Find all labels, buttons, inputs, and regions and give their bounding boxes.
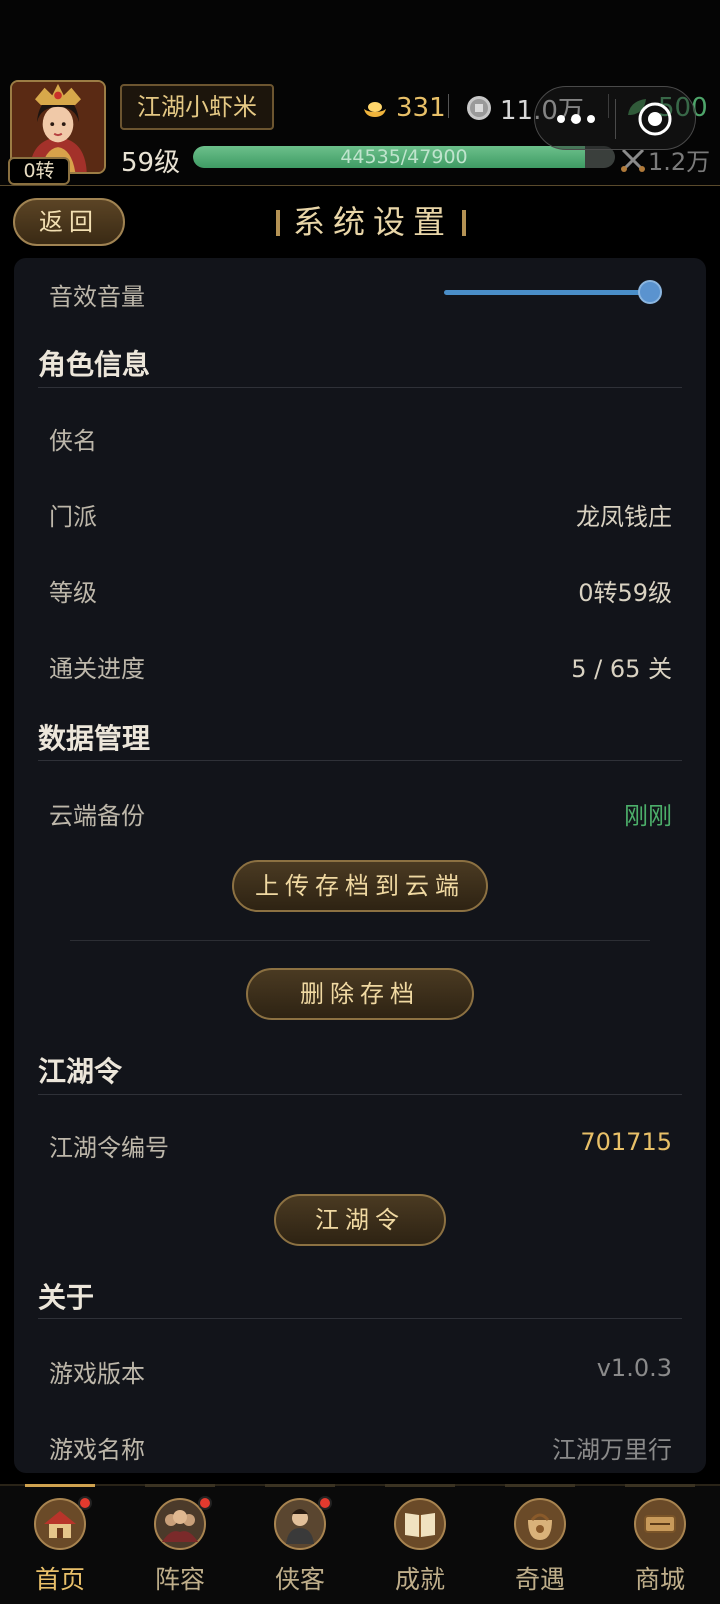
player-name[interactable]: 江湖小虾米: [120, 84, 274, 130]
nav-tab-encounters[interactable]: 奇遇: [480, 1484, 600, 1604]
rebirth-badge: 0转: [8, 157, 70, 185]
token-id-label: 江湖令编号: [49, 1134, 169, 1162]
gold-ingot-icon: [364, 102, 386, 117]
game-name-value: 江湖万里行: [552, 1436, 672, 1464]
section-divider: [38, 1094, 682, 1095]
title-ornament-right: [462, 210, 466, 236]
tab-indicator: [145, 1484, 215, 1487]
section-title-data: 数据管理: [38, 722, 151, 755]
game-name-label: 游戏名称: [49, 1436, 145, 1464]
tab-label: 奇遇: [514, 1565, 565, 1594]
crossed-swords-icon: [621, 148, 645, 172]
shop-icon: [634, 1498, 686, 1550]
more-icon[interactable]: [547, 103, 605, 135]
silver-coin-icon: [467, 96, 491, 120]
notification-badge: [78, 1496, 92, 1510]
nav-tab-shop[interactable]: 商城: [600, 1484, 720, 1604]
stage-progress-value: 5 / 65 关: [571, 655, 672, 683]
sect-value: 龙凤钱庄: [576, 503, 672, 531]
tab-label: 首页: [34, 1565, 85, 1594]
notification-badge: [318, 1496, 332, 1510]
stage-progress-label: 通关进度: [49, 655, 145, 683]
mini-program-capsule: [534, 86, 696, 150]
tab-indicator: [265, 1484, 335, 1487]
level-label: 等级: [49, 579, 97, 607]
tab-indicator: [25, 1484, 95, 1487]
level-value: 0转59级: [578, 579, 672, 607]
close-icon[interactable]: [635, 99, 675, 139]
section-title-about: 关于: [38, 1281, 95, 1314]
sound-volume-label: 音效音量: [49, 283, 145, 311]
tab-label: 成就: [394, 1565, 445, 1594]
page-title: 系统设置: [292, 203, 453, 241]
game-version-value: v1.0.3: [596, 1354, 672, 1382]
gold-amount: 331: [396, 93, 446, 123]
tab-label: 商城: [634, 1565, 685, 1594]
exp-progress-text: 44535/47900: [340, 146, 468, 168]
sound-volume-slider[interactable]: [444, 290, 652, 295]
capsule-divider: [615, 99, 616, 139]
nav-tab-team[interactable]: 阵容: [120, 1484, 240, 1604]
bottom-navigation: 首页 阵容 侠客 成就 奇遇 商城: [0, 1484, 720, 1604]
tab-indicator: [625, 1484, 695, 1487]
exp-progress-bar: 44535/47900: [193, 146, 615, 168]
player-level: 59级: [121, 148, 181, 178]
gold-currency[interactable]: 331: [362, 92, 446, 124]
data-divider: [70, 940, 650, 941]
cloud-backup-status: 刚刚: [624, 802, 672, 830]
section-title-character: 角色信息: [38, 348, 151, 381]
player-status-bar: 0转 江湖小虾米 59级 44535/47900 331 11.0万 500 1…: [0, 0, 720, 186]
section-divider: [38, 760, 682, 761]
section-title-token: 江湖令: [38, 1055, 123, 1088]
book-icon: [394, 1498, 446, 1550]
nav-tab-home[interactable]: 首页: [0, 1484, 120, 1604]
section-divider: [38, 1318, 682, 1319]
cloud-backup-label: 云端备份: [49, 802, 145, 830]
sound-volume-slider-handle[interactable]: [638, 280, 662, 304]
currency-divider: [448, 94, 449, 118]
tab-indicator: [505, 1484, 575, 1487]
sect-label: 门派: [49, 503, 97, 531]
hero-name-label: 侠名: [49, 427, 97, 455]
nav-tab-achievements[interactable]: 成就: [360, 1484, 480, 1604]
delete-save-button[interactable]: 删除存档: [246, 968, 474, 1020]
bag-icon: [514, 1498, 566, 1550]
game-version-label: 游戏版本: [49, 1360, 145, 1388]
section-divider: [38, 387, 682, 388]
token-id-value: 701715: [580, 1128, 672, 1156]
nav-tab-heroes[interactable]: 侠客: [240, 1484, 360, 1604]
token-button[interactable]: 江湖令: [274, 1194, 446, 1246]
back-button[interactable]: 返回: [13, 198, 125, 246]
tab-label: 侠客: [274, 1565, 325, 1594]
tab-indicator: [385, 1484, 455, 1487]
notification-badge: [198, 1496, 212, 1510]
tab-label: 阵容: [154, 1565, 205, 1594]
upload-save-button[interactable]: 上传存档到云端: [232, 860, 488, 912]
